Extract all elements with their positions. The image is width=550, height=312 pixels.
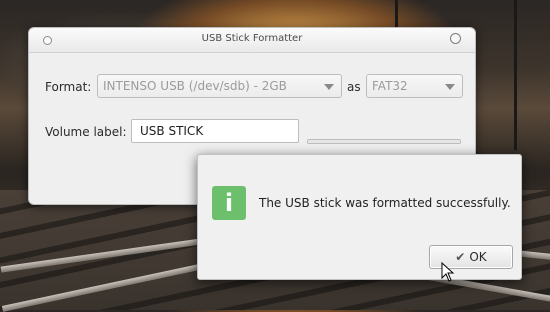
success-dialog: i The USB stick was formatted successful… (197, 154, 522, 280)
filesystem-select-value: FAT32 (372, 79, 408, 93)
volume-label-label: Volume label: (45, 125, 127, 139)
volume-label-input[interactable]: USB STICK (131, 119, 299, 143)
device-select-value: INTENSO USB (/dev/sdb) - 2GB (103, 79, 287, 93)
chevron-down-icon (324, 84, 334, 90)
window-title: USB Stick Formatter (201, 33, 303, 44)
check-icon: ✔ (455, 250, 466, 264)
as-label: as (347, 80, 361, 94)
device-select[interactable]: INTENSO USB (/dev/sdb) - 2GB (97, 74, 342, 98)
wallpaper-pole (514, 0, 517, 150)
chevron-down-icon (445, 84, 455, 90)
window-titlebar[interactable]: USB Stick Formatter (29, 28, 475, 53)
filesystem-select[interactable]: FAT32 (366, 74, 463, 98)
mouse-cursor-icon (441, 262, 455, 282)
format-label: Format: (45, 80, 92, 94)
ok-button-label: OK (469, 250, 487, 264)
format-progress-bar (307, 139, 461, 144)
window-close-icon[interactable] (450, 33, 461, 44)
info-icon: i (212, 186, 246, 220)
dialog-message: The USB stick was formatted successfully… (259, 196, 511, 210)
